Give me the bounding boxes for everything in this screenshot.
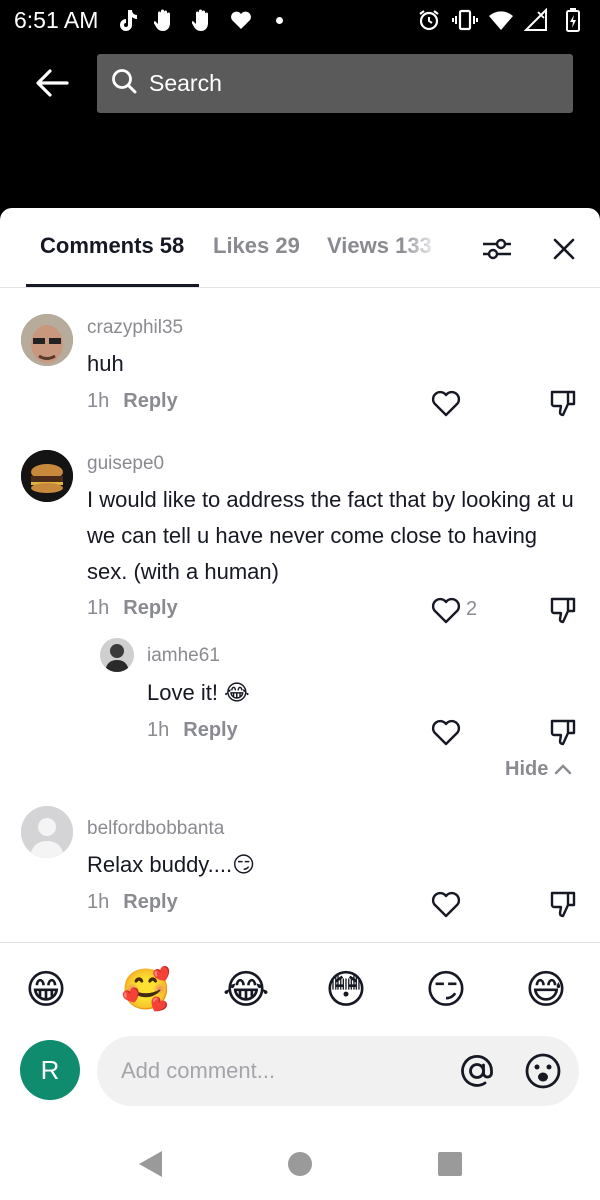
close-icon[interactable] <box>545 230 583 268</box>
comment-username[interactable]: crazyphil35 <box>87 317 183 339</box>
emoji-picker-icon[interactable] <box>523 1051 563 1091</box>
quick-emoji-bar: 😁 🥰 😂 😳 😏 😅 <box>0 964 600 1016</box>
comment-meta: 1h Reply <box>87 390 178 413</box>
reply-button[interactable]: Reply <box>183 719 237 741</box>
tiktok-icon <box>114 7 140 33</box>
avatar[interactable] <box>100 638 134 672</box>
emoji-flushed-button[interactable]: 😳 <box>320 964 372 1016</box>
comment-meta: 1h Reply <box>87 597 178 620</box>
comment-time: 1h <box>87 390 110 412</box>
heart-icon[interactable] <box>426 712 466 752</box>
top-bar: Search <box>0 52 600 114</box>
comment-meta: 1h Reply <box>87 891 178 914</box>
emoji-joy-button[interactable]: 😂 <box>220 964 272 1016</box>
comment-item: guisepe0 I would like to address the fac… <box>0 440 600 640</box>
thumbs-down-icon[interactable] <box>543 590 583 630</box>
heart-icon[interactable] <box>426 884 466 924</box>
filter-sliders-icon[interactable] <box>478 230 516 268</box>
comment-item: belfordbobbanta Relax buddy....😏 1h Reply <box>0 800 600 920</box>
comment-meta: 1h Reply <box>147 719 238 742</box>
emoji-smiling-hearts-button[interactable]: 🥰 <box>120 964 172 1016</box>
alarm-icon <box>416 7 442 33</box>
comment-username[interactable]: belfordbobbanta <box>87 818 224 840</box>
status-time: 6:51 AM <box>14 6 99 33</box>
hide-label: Hide <box>505 758 549 780</box>
battery-icon <box>560 7 586 33</box>
comment-text: I would like to address the fact that by… <box>87 487 574 584</box>
heart-icon[interactable] <box>426 383 466 423</box>
comment-time: 1h <box>87 891 110 913</box>
comment-text: Relax buddy....😏 <box>87 852 256 877</box>
search-input[interactable]: Search <box>97 54 573 113</box>
user-avatar[interactable]: R <box>20 1040 80 1100</box>
comment-time: 1h <box>87 597 110 619</box>
navigation-bar <box>0 1126 600 1200</box>
divider <box>0 942 600 943</box>
back-arrow-icon[interactable] <box>26 57 78 109</box>
comment-time: 1h <box>147 719 170 741</box>
comment-text: huh <box>87 351 124 376</box>
nav-back-icon[interactable] <box>132 1146 168 1182</box>
like-count: 2 <box>466 598 478 620</box>
avatar[interactable] <box>21 450 73 502</box>
active-tab-indicator <box>26 284 199 287</box>
comment-text: Love it! 😂 <box>147 680 250 705</box>
thumbs-down-icon[interactable] <box>543 383 583 423</box>
thumbs-down-icon[interactable] <box>543 884 583 924</box>
heart-icon[interactable] <box>426 590 466 630</box>
comment-username[interactable]: guisepe0 <box>87 453 164 475</box>
mention-at-icon[interactable] <box>457 1051 497 1091</box>
hide-replies-button[interactable]: Hide <box>505 758 572 781</box>
avatar[interactable] <box>21 314 73 366</box>
signal-icon <box>524 7 550 33</box>
tab-likes[interactable]: Likes 29 <box>213 233 300 259</box>
thumbs-down-icon[interactable] <box>543 712 583 752</box>
reply-button[interactable]: Reply <box>123 390 177 412</box>
status-bar: 6:51 AM <box>0 0 600 40</box>
nav-recents-icon[interactable] <box>432 1146 468 1182</box>
system-icons <box>416 7 586 33</box>
notification-icons <box>114 7 292 33</box>
wifi-icon <box>488 7 514 33</box>
reply-item: iamhe61 Love it! 😂 1h Reply <box>0 638 600 758</box>
emoji-sweat-smile-button[interactable]: 😅 <box>520 964 572 1016</box>
search-icon <box>111 68 137 99</box>
tab-bar: Comments 58 Likes 29 Views 133 <box>0 208 600 288</box>
comment-item: crazyphil35 huh 1h Reply <box>0 304 600 424</box>
vibrate-icon <box>452 7 478 33</box>
avatar[interactable] <box>21 806 73 858</box>
comment-placeholder: Add comment... <box>121 1058 276 1083</box>
emoji-smirk-button[interactable]: 😏 <box>420 964 472 1016</box>
nav-home-icon[interactable] <box>282 1146 318 1182</box>
comments-sheet: Comments 58 Likes 29 Views 133 crazyphil… <box>0 208 600 1200</box>
dot-icon <box>266 7 292 33</box>
reply-button[interactable]: Reply <box>123 597 177 619</box>
chevron-up-icon <box>554 758 572 781</box>
heart-icon <box>228 7 254 33</box>
reply-button[interactable]: Reply <box>123 891 177 913</box>
hand-icon <box>190 7 216 33</box>
comment-input[interactable]: Add comment... <box>97 1036 579 1106</box>
search-placeholder: Search <box>149 70 222 96</box>
tab-comments[interactable]: Comments 58 <box>40 233 184 259</box>
comment-username[interactable]: iamhe61 <box>147 645 220 667</box>
comment-composer: R Add comment... <box>0 1036 600 1108</box>
tab-fade <box>400 228 440 268</box>
hand-icon <box>152 7 178 33</box>
emoji-grin-button[interactable]: 😁 <box>20 964 72 1016</box>
